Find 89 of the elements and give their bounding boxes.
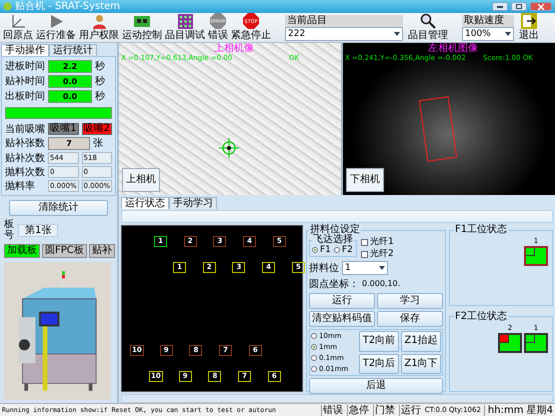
toolbar-button[interactable]: 用户权限 (78, 14, 120, 41)
toolbar-button[interactable]: 品目调试 (164, 14, 206, 41)
nozzle-button[interactable]: 吸嘴1 (48, 123, 78, 135)
tab[interactable]: 手动操作 (1, 44, 49, 56)
scrollbar[interactable] (121, 394, 553, 403)
unit-label: 秒 (95, 61, 105, 72)
field-label: 拼料位 (309, 262, 339, 275)
status-indicator: 急停 (346, 404, 370, 416)
crosshair-icon (219, 138, 239, 158)
radio-option[interactable]: F1 (312, 245, 331, 255)
grid-icon (178, 14, 192, 29)
field-label: 出板时间 (5, 91, 45, 102)
toolbar-button[interactable]: 品目管理 (407, 13, 449, 41)
board-type-button[interactable]: 圆FPC板 (42, 244, 87, 258)
action-button[interactable]: 清空贴料码值 (309, 311, 375, 327)
camera-title: 上相机像 (214, 43, 254, 54)
group-title: F2工位状态 (454, 312, 508, 322)
window-title: 贴合机 - SRAT-System (15, 0, 122, 12)
tab[interactable]: 运行统计 (49, 44, 97, 56)
dropdown[interactable]: 222 (285, 27, 403, 41)
time-value: 2.2 (48, 60, 92, 73)
group-title: 飞达选择 (312, 235, 354, 245)
checkbox-option[interactable]: 光纤1 (361, 237, 394, 247)
camera-title: 左相机图像 (428, 43, 478, 54)
checkbox-option[interactable]: 光纤2 (361, 249, 394, 259)
caret-icon (379, 266, 385, 270)
dropdown[interactable]: 1 (342, 261, 388, 275)
board-type-button[interactable]: 贴补 (88, 244, 115, 258)
unit-label: 秒 (95, 76, 105, 87)
dropdown[interactable]: 100% (462, 27, 514, 41)
field-label: 贴补次数 (5, 152, 45, 164)
field-label: 当前品目 (285, 15, 403, 27)
toolbar-button[interactable]: 回原点 (2, 14, 34, 41)
detection-box (418, 96, 458, 162)
jog-button[interactable]: T2向后 (359, 354, 399, 374)
jog-button[interactable]: Z1抬起 (401, 331, 441, 352)
action-button[interactable]: 运行 (309, 293, 375, 309)
caret-icon (505, 32, 511, 36)
nozzle-button[interactable]: 吸嘴2 (82, 123, 112, 135)
clear-stats-button[interactable]: 清除统计 (9, 200, 108, 216)
person-icon (92, 14, 106, 29)
status-indicator: 运行 (398, 404, 422, 416)
field-label: 当前吸嘴 (5, 124, 45, 134)
tab[interactable]: 手动学习 (169, 197, 217, 209)
radio-option[interactable]: F2 (334, 245, 353, 255)
coordinate-value: 0.000,10. (362, 279, 400, 289)
clock-text: hh:mm 星期4 (484, 404, 553, 416)
time-value: 0.0 (48, 90, 92, 103)
field-label: 抛料率 (5, 180, 36, 192)
field-label: 板号 (4, 219, 14, 241)
toolbar-button[interactable]: 运动控制 (121, 14, 163, 41)
action-button[interactable]: 学习 (377, 293, 443, 309)
exit-icon (521, 13, 537, 29)
app-icon (3, 2, 12, 11)
axes-icon (10, 14, 26, 29)
unit-label: 秒 (95, 91, 105, 102)
unit-label: 张 (93, 138, 103, 149)
jog-button[interactable]: T2向前 (359, 331, 399, 352)
board-field: 第1张 (18, 224, 58, 236)
minimize-button[interactable] (492, 2, 508, 11)
minimize-icon (497, 6, 503, 8)
toolbar-button[interactable]: 运行准备 (35, 14, 77, 41)
camera-button[interactable]: 下相机 (346, 168, 384, 192)
field-label: 贴补时间 (5, 76, 45, 87)
circuit-board-icon (133, 14, 151, 29)
status-indicator: 错误 (320, 404, 344, 416)
back-button[interactable]: 后退 (309, 378, 443, 394)
close-icon (538, 4, 544, 10)
caret-icon (394, 32, 400, 36)
toolbar-button[interactable]: 退出 (518, 13, 540, 41)
board-type-button[interactable]: 加载板 (4, 244, 40, 258)
search-icon (420, 13, 436, 29)
tab[interactable]: 运行状态 (121, 197, 169, 209)
group-title: 拼料位设定 (309, 225, 361, 235)
close-button[interactable] (530, 2, 552, 11)
field-label: 取贴速度 (462, 15, 514, 27)
group-title: F1工位状态 (454, 225, 508, 235)
jog-button[interactable]: Z1向下 (401, 354, 441, 374)
action-button[interactable]: 保存 (377, 311, 443, 327)
maximize-button[interactable] (511, 2, 527, 11)
time-value: 0.0 (48, 75, 92, 88)
field-label: 进板时间 (5, 61, 45, 72)
field-label: 贴补张数 (5, 138, 45, 149)
field-label: 圆点坐标： (309, 278, 359, 291)
field-label: 抛料次数 (5, 166, 45, 178)
status-indicator: 门禁 (372, 404, 396, 416)
count-value: 7 (48, 137, 90, 150)
camera-button[interactable]: 上相机 (122, 168, 160, 192)
maximize-icon (516, 4, 522, 9)
